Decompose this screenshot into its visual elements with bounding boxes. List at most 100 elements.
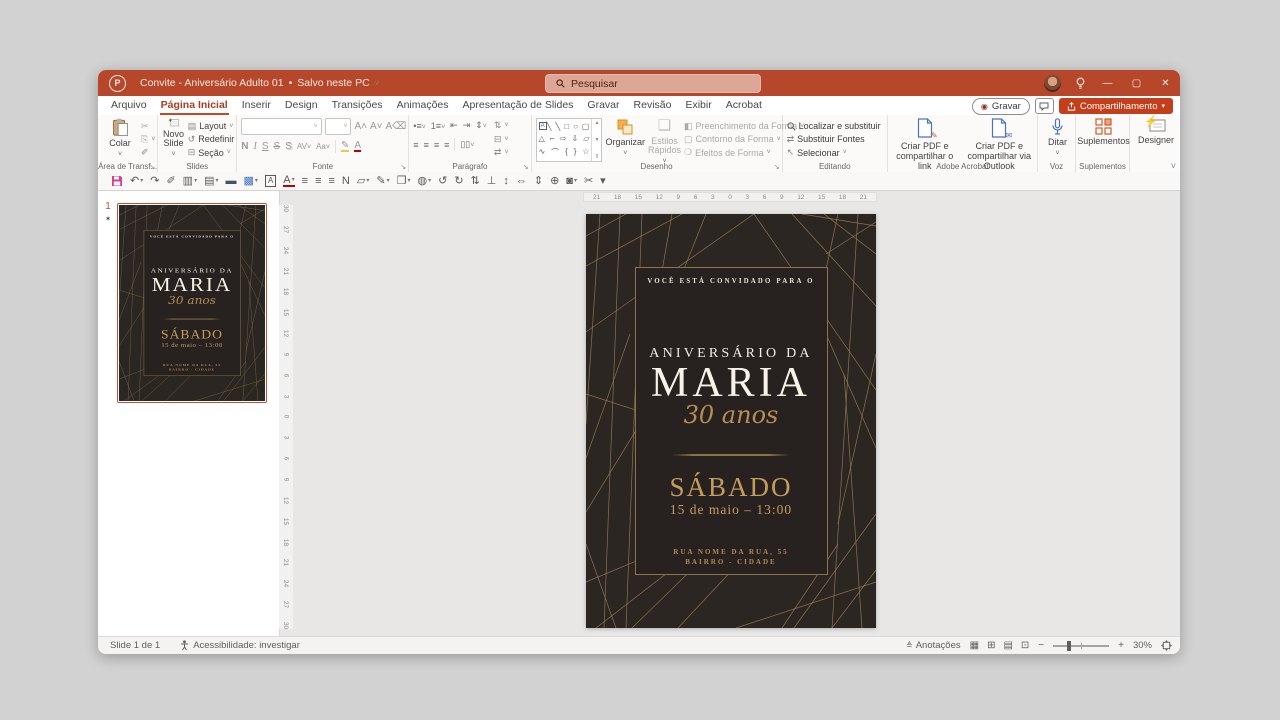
designer-button[interactable]: ⚡ Designer bbox=[1134, 118, 1178, 159]
distribute-vertical-button[interactable]: ⇕ bbox=[534, 175, 543, 187]
decrease-indent-button[interactable]: ⇤ bbox=[450, 120, 458, 131]
slide-canvas[interactable]: VOCÊ ESTÁ CONVIDADO PARA O ANIVERSÁRIO D… bbox=[586, 214, 876, 628]
align-left-button[interactable]: ≡ bbox=[302, 175, 308, 187]
record-button[interactable]: ◉ Gravar bbox=[972, 98, 1030, 115]
shapes-gallery-scrollbar[interactable]: ▲▼⊼ bbox=[591, 119, 601, 161]
increase-indent-button[interactable]: ⇥ bbox=[463, 120, 471, 131]
paragraph-dialog-launcher-icon[interactable]: ↘ bbox=[523, 163, 529, 171]
line-spacing-button[interactable]: ⇕˅ bbox=[475, 120, 487, 131]
convert-to-smartart-button[interactable]: ⇄˅ bbox=[494, 146, 509, 159]
font-color-button[interactable]: A bbox=[354, 141, 361, 152]
powerpoint-app-icon[interactable]: P bbox=[109, 75, 126, 92]
new-slide-button[interactable]: Novo Slide˅ bbox=[162, 118, 184, 159]
search-box[interactable]: Pesquisar bbox=[545, 74, 761, 93]
rotate-left-button[interactable]: ↺ bbox=[438, 175, 447, 187]
addins-button[interactable]: Suplementos bbox=[1079, 118, 1129, 159]
dictate-button[interactable]: Ditar˅ bbox=[1042, 118, 1072, 159]
change-case-button[interactable]: Aa˅ bbox=[316, 142, 330, 151]
align-left-button[interactable]: ≡ bbox=[413, 140, 418, 150]
align-text-button[interactable]: ⊟˅ bbox=[494, 133, 509, 146]
text-direction-button[interactable]: ⇅ bbox=[471, 175, 480, 187]
numbering-button[interactable]: 1≡˅ bbox=[431, 121, 445, 131]
strikethrough-button[interactable]: S bbox=[274, 141, 281, 152]
font-dialog-launcher-icon[interactable]: ↘ bbox=[400, 163, 406, 171]
clipboard-dialog-launcher-icon[interactable]: ↘ bbox=[149, 163, 155, 171]
italic-button[interactable]: I bbox=[254, 141, 257, 152]
tab-gravar[interactable]: Gravar bbox=[580, 96, 626, 115]
character-spacing-button[interactable]: AV˅ bbox=[297, 142, 311, 151]
fit-slide-to-window-icon[interactable] bbox=[1161, 640, 1172, 651]
zoom-in-button[interactable]: + bbox=[1118, 640, 1124, 651]
align-bottom-button[interactable]: ⊥ bbox=[487, 175, 497, 187]
bold-button[interactable]: N bbox=[342, 175, 350, 187]
minimize-button[interactable]: — bbox=[1093, 70, 1122, 96]
columns-button[interactable]: ▯▯˅ bbox=[460, 139, 474, 150]
accessibility-status[interactable]: Acessibilidade: investigar bbox=[180, 640, 300, 651]
slide-sorter-view-button[interactable]: ⊞ bbox=[987, 640, 995, 651]
paste-button[interactable]: Colar˅ bbox=[102, 118, 138, 159]
slide-thumbnail[interactable]: VOCÊ ESTÁ CONVIDADO PARA O ANIVERSÁRIO D… bbox=[117, 203, 267, 403]
save-status[interactable]: Salvo neste PC bbox=[297, 77, 369, 89]
distribute-horizontal-button[interactable]: ⇔ bbox=[516, 175, 527, 187]
align-center-objects-button[interactable]: ⊕ bbox=[550, 175, 559, 187]
tab-inserir[interactable]: Inserir bbox=[235, 96, 278, 115]
ideas-lightbulb-icon[interactable] bbox=[1067, 77, 1093, 90]
tab-arquivo[interactable]: Arquivo bbox=[104, 96, 154, 115]
zoom-level[interactable]: 30% bbox=[1133, 640, 1152, 651]
tab-pagina-inicial[interactable]: Página Inicial bbox=[154, 96, 235, 115]
undo-button[interactable]: ↶▾ bbox=[130, 175, 143, 187]
rotate-right-button[interactable]: ↻ bbox=[454, 175, 463, 187]
font-color-button[interactable]: A▾ bbox=[283, 176, 294, 187]
tab-acrobat[interactable]: Acrobat bbox=[719, 96, 769, 115]
bold-button[interactable]: N bbox=[241, 141, 248, 152]
shape-effects-button[interactable]: ◍▾ bbox=[417, 175, 431, 187]
reading-view-button[interactable]: ▤ bbox=[1003, 640, 1012, 651]
bullets-button[interactable]: •≡˅ bbox=[413, 121, 426, 131]
font-name-select[interactable]: ˅ bbox=[241, 118, 321, 135]
redo-button[interactable]: ↷ bbox=[150, 175, 159, 187]
align-middle-button[interactable]: ↕ bbox=[503, 175, 509, 187]
align-right-button[interactable]: ≡ bbox=[328, 175, 334, 187]
layout-button[interactable]: ▤Layout˅ bbox=[188, 120, 235, 132]
format-painter-button[interactable]: ✐ bbox=[166, 175, 175, 187]
text-box-button[interactable]: A bbox=[265, 175, 276, 187]
copy-button[interactable]: ⎘ ˅ bbox=[141, 133, 155, 145]
tab-transicoes[interactable]: Transições bbox=[325, 96, 390, 115]
notes-button[interactable]: ≜ Anotações bbox=[906, 640, 961, 651]
theme-colors-button[interactable]: ▩▾ bbox=[244, 175, 258, 187]
create-pdf-share-outlook-button[interactable]: ✉ Criar PDF e compartilhar via Outlook bbox=[963, 118, 1034, 159]
reset-button[interactable]: ↺Redefinir bbox=[188, 133, 235, 145]
quick-styles-button[interactable]: ❏ Estilos Rápidos˅ bbox=[648, 118, 681, 159]
zoom-slider[interactable] bbox=[1053, 645, 1109, 647]
shape-outline-button[interactable]: ✎▾ bbox=[376, 175, 389, 187]
text-shadow-button[interactable]: S bbox=[285, 141, 292, 152]
tab-animacoes[interactable]: Animações bbox=[390, 96, 456, 115]
chevron-down-icon[interactable]: ˅ bbox=[375, 79, 380, 88]
align-center-button[interactable]: ≡ bbox=[315, 175, 321, 187]
cut-button[interactable]: ✂ bbox=[141, 120, 155, 132]
tab-revisao[interactable]: Revisão bbox=[627, 96, 679, 115]
user-avatar[interactable] bbox=[1044, 75, 1061, 92]
align-center-button[interactable]: ≡ bbox=[424, 140, 429, 150]
zoom-slider-thumb[interactable] bbox=[1067, 641, 1071, 651]
shape-fill-button[interactable]: ▱▾ bbox=[357, 175, 369, 187]
tab-exibir[interactable]: Exibir bbox=[678, 96, 718, 115]
shapes-button[interactable]: ❒▾ bbox=[397, 175, 411, 187]
drawing-dialog-launcher-icon[interactable]: ↘ bbox=[774, 163, 780, 171]
format-painter-button[interactable]: ✐ bbox=[141, 147, 155, 159]
new-slide-button[interactable]: ▥▾ bbox=[183, 175, 197, 187]
layout-button[interactable]: ▤▾ bbox=[204, 175, 218, 187]
increase-font-size-button[interactable]: A˄ bbox=[354, 119, 367, 134]
close-button[interactable]: ✕ bbox=[1151, 70, 1180, 96]
restore-button[interactable]: ▢ bbox=[1122, 70, 1151, 96]
save-button[interactable] bbox=[111, 175, 123, 187]
crop-button[interactable]: ✂ bbox=[584, 175, 593, 187]
normal-view-button[interactable]: ▦ bbox=[970, 640, 979, 651]
create-pdf-share-link-button[interactable]: ✎ Criar PDF e compartilhar o link bbox=[892, 118, 958, 159]
tab-design[interactable]: Design bbox=[278, 96, 325, 115]
text-highlight-button[interactable]: ✎ bbox=[341, 141, 349, 152]
shapes-gallery[interactable]: A╲╲□○▢ △⌐⇨⇩▱ ∿⌒{}☆ ▲▼⊼ bbox=[536, 118, 603, 162]
collapse-ribbon-chevron-icon[interactable]: ˅ bbox=[1171, 161, 1176, 171]
justify-button[interactable]: ≡ bbox=[444, 140, 449, 150]
comments-button[interactable] bbox=[1035, 98, 1054, 114]
